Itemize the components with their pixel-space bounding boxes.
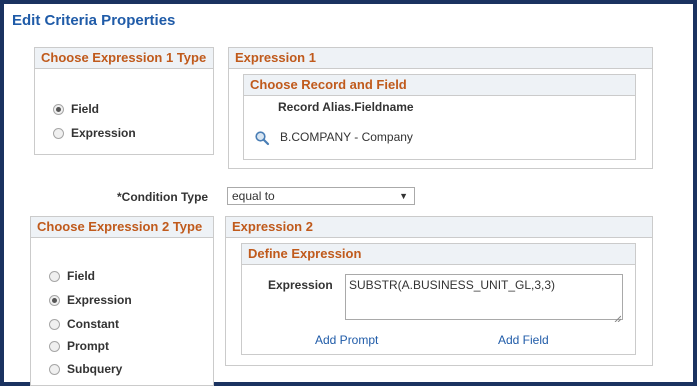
radio-icon[interactable] <box>49 294 60 306</box>
condition-type-value: equal to <box>232 189 275 203</box>
expr2-option-prompt[interactable]: Prompt <box>49 339 109 353</box>
expression2-type-header: Choose Expression 2 Type <box>31 217 213 238</box>
radio-icon[interactable] <box>49 363 60 375</box>
column-label: Record Alias.Fieldname <box>278 100 414 114</box>
radio-label: Subquery <box>67 362 123 376</box>
condition-type-select[interactable]: equal to ▼ <box>227 187 415 205</box>
condition-type-label: *Condition Type <box>117 190 209 204</box>
define-expression-group: Define Expression Expression SUBSTR(A.BU… <box>241 243 636 355</box>
dialog-frame: Edit Criteria Properties Choose Expressi… <box>0 0 697 386</box>
expr2-option-constant[interactable]: Constant <box>49 317 119 331</box>
expression-textarea-value: SUBSTR(A.BUSINESS_UNIT_GL,3,3) <box>349 278 556 292</box>
resize-grip-icon[interactable] <box>614 311 622 323</box>
magnifier-icon[interactable] <box>254 130 270 146</box>
record-field-value: B.COMPANY - Company <box>280 130 413 144</box>
expr1-option-field[interactable]: Field <box>53 102 99 116</box>
expr2-option-expression[interactable]: Expression <box>49 293 132 307</box>
expr2-option-subquery[interactable]: Subquery <box>49 362 122 376</box>
define-expression-header: Define Expression <box>242 244 635 265</box>
page-title: Edit Criteria Properties <box>12 12 176 29</box>
expression2-group: Expression 2 Define Expression Expressio… <box>225 216 653 366</box>
expression2-type-group: Choose Expression 2 Type Field Expressio… <box>30 216 214 386</box>
expression2-header: Expression 2 <box>226 217 652 238</box>
expression-textarea[interactable]: SUBSTR(A.BUSINESS_UNIT_GL,3,3) <box>345 274 623 323</box>
expression1-type-group: Choose Expression 1 Type Field Expressio… <box>34 47 214 155</box>
dropdown-arrow-icon: ▼ <box>399 191 408 201</box>
radio-label: Constant <box>67 317 119 331</box>
radio-icon[interactable] <box>49 270 60 282</box>
expression1-group: Expression 1 Choose Record and Field Rec… <box>228 47 653 169</box>
radio-icon[interactable] <box>49 318 60 330</box>
radio-label: Prompt <box>67 339 109 353</box>
radio-icon[interactable] <box>53 127 64 139</box>
radio-label: Expression <box>71 126 136 140</box>
radio-icon[interactable] <box>53 103 64 115</box>
expr2-option-field[interactable]: Field <box>49 269 95 283</box>
record-field-group: Choose Record and Field Record Alias.Fie… <box>243 74 636 160</box>
radio-label: Field <box>71 102 100 116</box>
add-field-link[interactable]: Add Field <box>498 333 549 347</box>
expression-field-label: Expression <box>268 278 333 292</box>
expr1-option-expression[interactable]: Expression <box>53 126 136 140</box>
radio-icon[interactable] <box>49 340 60 352</box>
expression1-type-header: Choose Expression 1 Type <box>35 48 213 69</box>
radio-label: Field <box>67 269 96 283</box>
record-field-header: Choose Record and Field <box>244 75 635 96</box>
expression1-header: Expression 1 <box>229 48 652 69</box>
add-prompt-link[interactable]: Add Prompt <box>315 333 378 347</box>
radio-label: Expression <box>67 293 132 307</box>
